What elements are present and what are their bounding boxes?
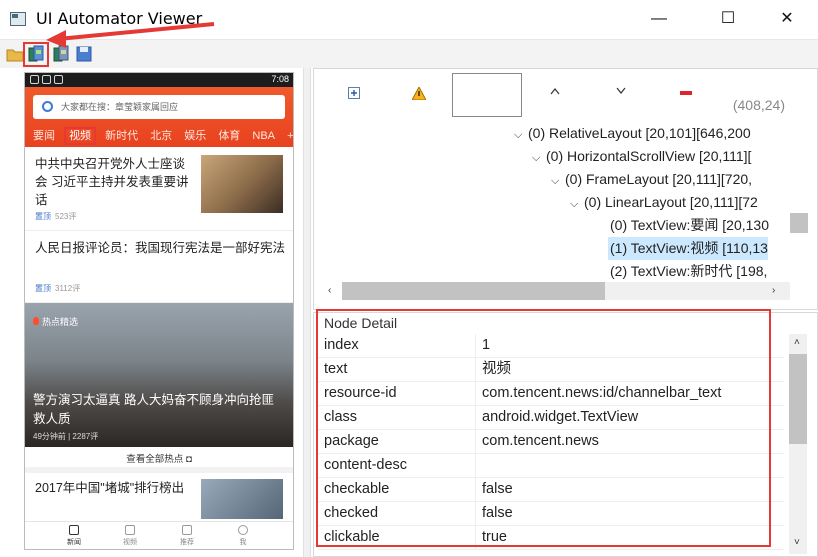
nav-label: 我 [239,539,247,546]
featured-title: 警方演习太逼真 路人大妈奋不顾身冲向抢匪救人质 [33,393,274,426]
tree-node-label: (1) TextView:视频 [110,13 [610,240,768,256]
tab-beijing[interactable]: 北京 [150,130,172,142]
featured-news[interactable]: 热点精选 警方演习太逼真 路人大妈奋不顾身冲向抢匪救人质 49分钟前 | 228… [25,303,293,447]
tree-node-label: (2) TextView:新时代 [198, [610,263,768,279]
tree-vertical-scrollbar[interactable] [790,213,808,233]
channel-tabs: 要闻 视频 新时代 北京 娱乐 体育 NBA + [33,127,293,145]
chevron-down-icon[interactable]: ⌵ [570,193,584,216]
tree-node-label: (0) RelativeLayout [20,101][646,200 [528,125,751,141]
tab-yaowen[interactable]: 要闻 [33,130,55,142]
app-header: 大家都在搜：章莹颖家属回应 要闻 视频 新时代 北京 娱乐 体育 NBA + [25,87,293,147]
tree-node-selected[interactable]: (1) TextView:视频 [110,13 [608,237,768,260]
tab-new-era[interactable]: 新时代 [105,130,138,142]
scroll-down-icon[interactable]: ˅ [794,537,800,548]
warning-icon[interactable] [412,87,426,100]
annotation-arrow-icon [46,22,215,48]
app-icon [10,12,26,26]
chevron-down-icon[interactable]: ⌵ [532,147,546,170]
nav-label: 推荐 [180,539,194,546]
tree-node[interactable]: ⌵ (0) RelativeLayout [20,101][646,200 [514,122,751,145]
status-bar: 7:08 [25,73,293,87]
notification-icon [30,75,39,84]
notification-icon [42,75,51,84]
featured-meta: 49分钟前 | 2287评 [33,432,99,441]
news-title: 中共中央召开党外人士座谈会 习近平主持并发表重要讲话 [35,157,189,207]
comment-count: 523评 [55,212,77,221]
play-icon: ◘ [185,454,192,465]
scrollbar-thumb[interactable] [789,354,807,444]
filter-box[interactable] [452,73,522,117]
panel-splitter[interactable] [303,68,311,557]
scroll-right-icon[interactable]: › [772,285,775,296]
coordinate-readout: (408,24) [732,97,785,113]
expand-all-icon[interactable] [348,87,360,99]
profile-icon [238,525,248,535]
hierarchy-panel: (408,24) ⌵ (0) RelativeLayout [20,101][64… [313,68,818,310]
bottom-nav: 新闻 视频 推荐 我 [25,521,293,549]
tab-add[interactable]: + [287,130,293,142]
nav-news[interactable]: 新闻 [59,525,89,547]
news-icon [69,525,79,535]
flame-icon [33,317,39,325]
search-icon [42,101,53,112]
device-screenshot[interactable]: 7:08 大家都在搜：章莹颖家属回应 要闻 视频 新时代 北京 娱乐 体育 NB… [24,72,294,550]
tree-node-label: (0) TextView:要闻 [20,130 [610,217,770,233]
comment-count: 3112评 [55,284,81,293]
hot-label: 热点精选 [33,315,78,328]
scroll-up-icon[interactable]: ˄ [794,337,800,348]
list-item[interactable]: 中共中央召开党外人士座谈会 习近平主持并发表重要讲话 置顶 523评 [25,147,293,231]
tree-node[interactable]: ⌵ (0) FrameLayout [20,111][720, [551,168,752,191]
pin-badge: 置顶 [35,212,51,221]
tree-node-label: (0) FrameLayout [20,111][720, [565,171,753,187]
list-item[interactable]: 人民日报评论员：我国现行宪法是一部好宪法 置顶 3112评 [25,231,293,303]
chevron-down-icon[interactable]: ⌵ [551,170,565,193]
tab-sports[interactable]: 体育 [218,130,240,142]
news-thumbnail [201,155,283,213]
recommend-icon [182,525,192,535]
status-time: 7:08 [271,74,289,84]
see-all-hot-link[interactable]: 查看全部热点 ◘ [25,447,293,473]
pin-badge: 置顶 [35,284,51,293]
chevron-up-icon[interactable] [550,87,560,95]
nav-label: 新闻 [67,539,81,546]
node-detail-highlight [316,309,771,547]
video-icon [125,525,135,535]
scroll-left-icon[interactable]: ‹ [328,285,331,296]
hierarchy-tree: ⌵ (0) RelativeLayout [20,101][646,200 ⌵ (0… [322,122,800,286]
notification-icon [54,75,63,84]
news-meta: 置顶 3112评 [35,283,80,294]
news-thumbnail [201,479,283,519]
nav-recommend[interactable]: 推荐 [172,525,202,547]
tree-node-label: (0) LinearLayout [20,111][72 [584,194,758,210]
search-placeholder: 大家都在搜：章莹颖家属回应 [61,102,179,112]
tree-node-label: (0) HorizontalScrollView [20,111][ [546,148,752,164]
tree-node[interactable]: ⌵ (0) HorizontalScrollView [20,111][ [532,145,751,168]
open-icon[interactable] [5,44,25,64]
maximize-button[interactable]: ☐ [705,0,751,38]
nav-me[interactable]: 我 [228,525,258,547]
tab-entertainment[interactable]: 娱乐 [184,130,206,142]
nav-video[interactable]: 视频 [115,525,145,547]
hot-label-text: 热点精选 [42,317,79,327]
tree-node[interactable]: (2) TextView:新时代 [198, [610,260,767,283]
nav-label: 视频 [123,539,137,546]
news-title: 2017年中国"堵城"排行榜出 [35,481,185,495]
search-input[interactable]: 大家都在搜：章莹颖家属回应 [33,95,285,119]
scrollbar-thumb[interactable] [342,282,605,300]
tree-node[interactable]: (0) TextView:要闻 [20,130 [610,214,769,237]
tree-horizontal-scrollbar[interactable] [342,282,790,300]
detail-vertical-scrollbar[interactable] [789,334,807,554]
news-title: 人民日报评论员：我国现行宪法是一部好宪法 [35,241,286,255]
close-button[interactable]: ✕ [764,0,810,38]
see-all-label: 查看全部热点 [126,454,184,465]
tab-nba[interactable]: NBA [252,130,275,142]
chevron-down-icon[interactable]: ⌵ [514,124,528,147]
tree-node[interactable]: ⌵ (0) LinearLayout [20,111][72 [570,191,758,214]
minimize-button[interactable]: — [636,0,682,38]
chevron-down-icon[interactable] [616,87,626,95]
minus-icon[interactable] [680,91,692,95]
tab-video[interactable]: 视频 [64,127,97,145]
news-meta: 置顶 523评 [35,211,76,222]
